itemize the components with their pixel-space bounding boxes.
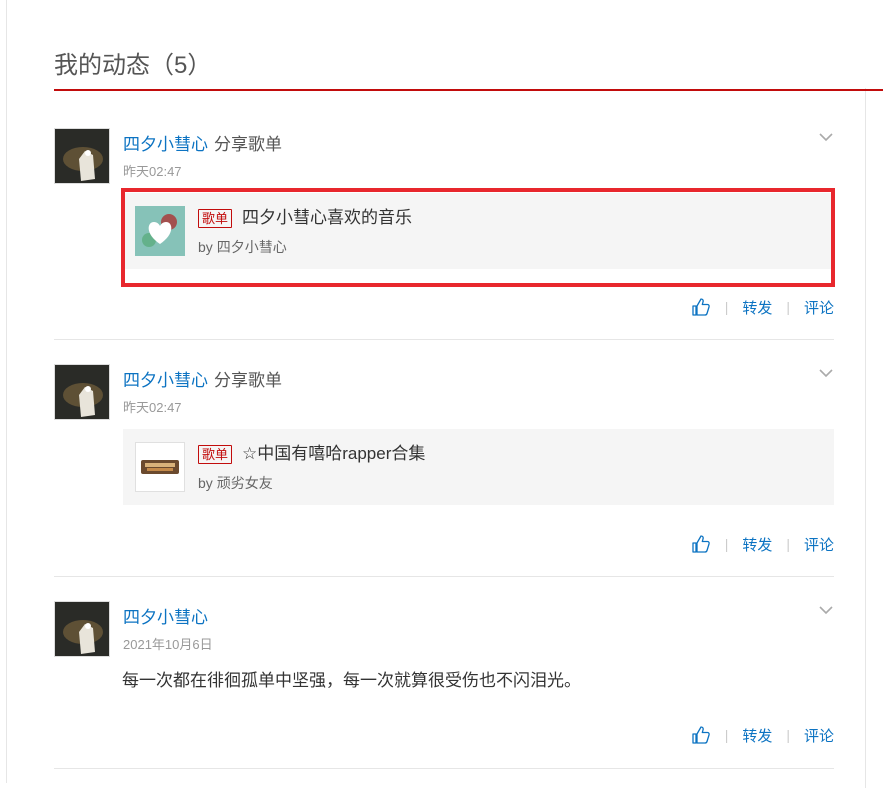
separator: | [724, 299, 729, 315]
feed-content: 四夕小彗心 分享歌单 昨天02:47 歌单 ☆中国有嘻哈rapper合集 by 顽劣… [123, 340, 834, 505]
post-time: 昨天02:47 [123, 164, 182, 179]
forward-link[interactable]: 转发 [742, 725, 772, 746]
feed-actions: | 转发 | 评论 [691, 725, 834, 745]
creator-name[interactable]: 四夕小彗心 [217, 239, 287, 255]
post-text: 每一次都在徘徊孤单中坚强，每一次就算很受伤也不闪泪光。 [122, 671, 581, 690]
chevron-down-icon[interactable] [818, 129, 834, 145]
feed-headline: 四夕小彗心 [123, 606, 834, 630]
page-title: 我的动态（5） [54, 52, 212, 79]
feed-item: 四夕小彗心 分享歌单 昨天02:47 歌单 ☆中国有嘻哈rapper合集 by 顽劣… [54, 340, 834, 577]
playlist-tag: 歌单 [198, 445, 233, 464]
separator: | [786, 536, 790, 552]
forward-link[interactable]: 转发 [742, 534, 772, 555]
comment-link[interactable]: 评论 [804, 725, 834, 746]
shared-playlist-card[interactable]: 歌单 ☆中国有嘻哈rapper合集 by 顽劣女友 [123, 429, 834, 505]
playlist-cover[interactable] [135, 442, 185, 492]
feed-actions: | 转发 | 评论 [691, 534, 834, 554]
user-name-link[interactable]: 四夕小彗心 [123, 135, 208, 154]
separator: | [786, 727, 790, 743]
feed-actions: | 转发 | 评论 [691, 297, 834, 317]
avatar[interactable] [54, 364, 110, 420]
feed-headline: 四夕小彗心 分享歌单 [123, 133, 834, 157]
right-column-border [865, 88, 866, 788]
thumbs-up-icon[interactable] [691, 725, 711, 745]
playlist-title[interactable]: ☆中国有嘻哈rapper合集 [242, 442, 425, 466]
by-label: by [198, 239, 213, 255]
thumbs-up-icon[interactable] [691, 297, 711, 317]
separator: | [724, 727, 729, 743]
chevron-down-icon[interactable] [818, 602, 834, 618]
shared-playlist-card[interactable]: 歌单 四夕小彗心喜欢的音乐 by 四夕小彗心 [121, 188, 835, 287]
user-name-link[interactable]: 四夕小彗心 [123, 371, 208, 390]
left-page-border [0, 0, 7, 783]
activity-feed: 四夕小彗心 分享歌单 昨天02:47 歌单 四夕小彗心喜欢的音乐 by 四夕小彗心 … [54, 91, 835, 769]
playlist-title[interactable]: 四夕小彗心喜欢的音乐 [242, 206, 412, 230]
playlist-creator: by 四夕小彗心 [198, 237, 287, 257]
feed-item: 四夕小彗心 分享歌单 昨天02:47 歌单 四夕小彗心喜欢的音乐 by 四夕小彗心 … [54, 91, 835, 340]
feed-item: 四夕小彗心 2021年10月6日 每一次都在徘徊孤单中坚强，每一次就算很受伤也不… [54, 577, 834, 769]
feed-content: 四夕小彗心 2021年10月6日 每一次都在徘徊孤单中坚强，每一次就算很受伤也不… [122, 577, 834, 693]
separator: | [724, 536, 729, 552]
playlist-creator: by 顽劣女友 [198, 473, 273, 493]
playlist-cover[interactable] [135, 206, 185, 256]
chevron-down-icon[interactable] [818, 365, 834, 381]
avatar[interactable] [54, 128, 110, 184]
action-text: 分享歌单 [214, 135, 282, 154]
action-text: 分享歌单 [214, 371, 282, 390]
user-name-link[interactable]: 四夕小彗心 [123, 608, 208, 627]
post-time: 昨天02:47 [123, 400, 182, 415]
post-time: 2021年10月6日 [123, 637, 213, 652]
comment-link[interactable]: 评论 [804, 297, 834, 318]
avatar[interactable] [54, 601, 110, 657]
forward-link[interactable]: 转发 [742, 297, 772, 318]
comment-link[interactable]: 评论 [804, 534, 834, 555]
by-label: by [198, 475, 213, 491]
creator-name[interactable]: 顽劣女友 [217, 475, 273, 491]
separator: | [786, 299, 790, 315]
section-header: 我的动态（5） [54, 48, 883, 91]
playlist-tag: 歌单 [198, 209, 233, 228]
feed-content: 四夕小彗心 分享歌单 昨天02:47 歌单 四夕小彗心喜欢的音乐 by 四夕小彗心 [121, 91, 835, 287]
thumbs-up-icon[interactable] [691, 534, 711, 554]
feed-headline: 四夕小彗心 分享歌单 [123, 369, 834, 393]
